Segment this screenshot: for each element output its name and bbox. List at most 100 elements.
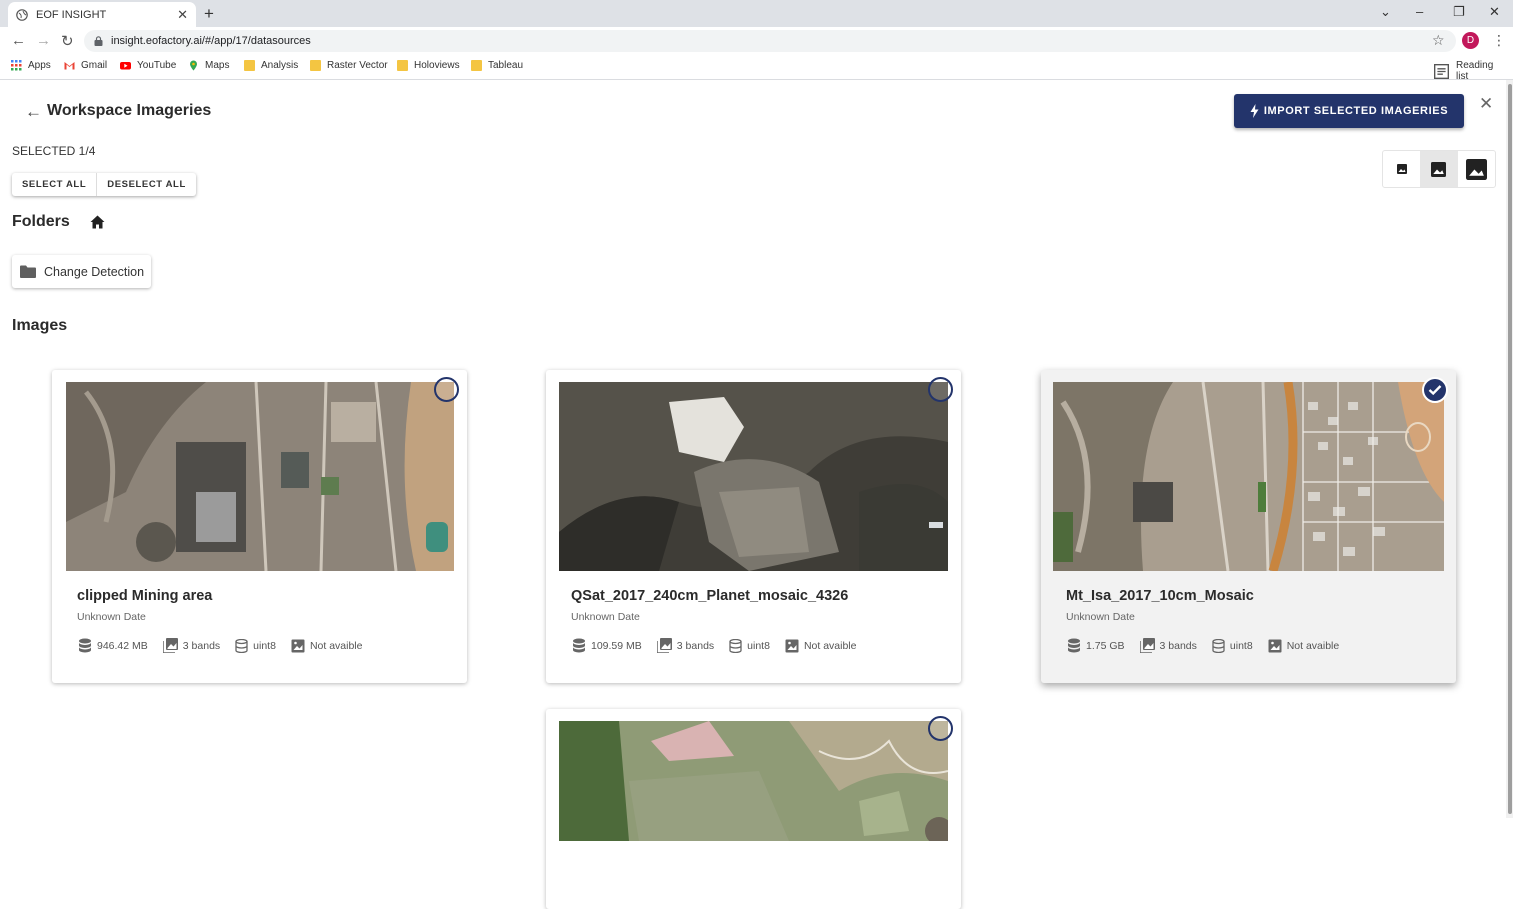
image-title: clipped Mining area bbox=[77, 588, 213, 604]
bookmark-analysis[interactable]: Analysis bbox=[244, 60, 298, 71]
select-all-button[interactable]: SELECT ALL bbox=[12, 173, 96, 196]
bookmark-label: Holoviews bbox=[414, 60, 460, 71]
image-metadata: 109.59 MB 3 bands uint8 Not avaible bbox=[572, 638, 871, 653]
size-text: 109.59 MB bbox=[591, 639, 642, 652]
browser-tab-strip: EOF INSIGHT ✕ + ⌄ – ❐ ✕ bbox=[0, 0, 1513, 27]
size-text: 946.42 MB bbox=[97, 639, 148, 652]
selection-button-group: SELECT ALL DESELECT ALL bbox=[12, 173, 196, 196]
database-icon bbox=[573, 638, 585, 653]
image-metadata: 946.42 MB 3 bands uint8 Not avaible bbox=[78, 638, 377, 653]
gmail-icon bbox=[64, 62, 75, 70]
folder-icon bbox=[397, 60, 408, 71]
bookmark-label: Analysis bbox=[261, 60, 299, 71]
preview-image-icon bbox=[785, 639, 799, 652]
image-card-selected[interactable]: Mt_Isa_2017_10cm_Mosaic Unknown Date 1.7… bbox=[1041, 370, 1456, 683]
bands-text: 3 bands bbox=[676, 639, 715, 652]
preview-meta: Not avaible bbox=[291, 639, 362, 653]
preview-image-icon bbox=[1268, 639, 1282, 652]
select-circle-icon[interactable] bbox=[928, 716, 953, 741]
restore-icon[interactable]: ❐ bbox=[1453, 4, 1465, 20]
reading-list-icon bbox=[1434, 63, 1449, 79]
reading-list-button[interactable]: Reading list bbox=[1434, 60, 1493, 82]
dtype-text: uint8 bbox=[253, 639, 276, 652]
image-card[interactable]: QSat_2017_240cm_Planet_mosaic_4326 Unkno… bbox=[546, 370, 961, 683]
size-text: 1.75 GB bbox=[1086, 639, 1125, 652]
bookmark-maps[interactable]: Maps bbox=[188, 60, 229, 71]
bands-meta: 3 bands bbox=[162, 638, 221, 653]
bookmark-tableau[interactable]: Tableau bbox=[471, 60, 523, 71]
close-panel-icon[interactable]: ✕ bbox=[1479, 94, 1493, 114]
bands-meta: 3 bands bbox=[1139, 638, 1197, 653]
new-tab-button[interactable]: + bbox=[204, 4, 214, 24]
image-date: Unknown Date bbox=[77, 611, 146, 623]
lock-icon bbox=[94, 36, 103, 46]
back-arrow-icon[interactable]: ← bbox=[25, 102, 42, 122]
folder-change-detection[interactable]: Change Detection bbox=[12, 255, 152, 288]
browser-tab[interactable]: EOF INSIGHT ✕ bbox=[8, 2, 196, 27]
tab-search-icon[interactable]: ⌄ bbox=[1380, 4, 1391, 20]
large-thumbnail-button[interactable] bbox=[1458, 151, 1495, 187]
selected-check-icon[interactable] bbox=[1422, 377, 1448, 403]
image-card[interactable]: clipped Mining area Unknown Date 946.42 … bbox=[52, 370, 467, 683]
image-thumbnail bbox=[559, 721, 948, 841]
image-card[interactable] bbox=[546, 709, 961, 909]
folder-icon bbox=[471, 60, 482, 71]
bands-text: 3 bands bbox=[182, 639, 221, 652]
bookmarks-bar: Apps Gmail YouTube Maps Analysis Raster … bbox=[0, 55, 1513, 82]
bookmark-label: Gmail bbox=[81, 60, 108, 71]
bookmark-gmail[interactable]: Gmail bbox=[64, 60, 107, 71]
image-thumbnail bbox=[1053, 382, 1444, 571]
image-thumbnail bbox=[559, 382, 948, 571]
dtype-text: uint8 bbox=[747, 639, 770, 652]
select-circle-icon[interactable] bbox=[928, 377, 953, 402]
address-bar-row: ← → ↻ insight.eofactory.ai/#/app/17/data… bbox=[0, 27, 1513, 55]
thumbnail-size-toggle bbox=[1382, 150, 1496, 188]
reload-icon[interactable]: ↻ bbox=[61, 32, 74, 50]
dtype-meta: uint8 bbox=[1212, 638, 1253, 653]
bookmark-label: Tableau bbox=[488, 60, 524, 71]
back-icon[interactable]: ← bbox=[11, 32, 26, 49]
image-medium-icon bbox=[1431, 161, 1447, 177]
small-thumbnail-button[interactable] bbox=[1383, 151, 1420, 187]
image-date: Unknown Date bbox=[571, 611, 640, 623]
window-close-icon[interactable]: ✕ bbox=[1489, 4, 1500, 20]
tab-title: EOF INSIGHT bbox=[36, 8, 107, 21]
bookmark-label: Raster Vector bbox=[327, 60, 388, 71]
minimize-icon[interactable]: – bbox=[1416, 4, 1423, 19]
bookmark-raster-vector[interactable]: Raster Vector bbox=[310, 60, 388, 71]
page-title: Workspace Imageries bbox=[47, 102, 212, 119]
folder-icon bbox=[244, 60, 255, 71]
browser-menu-icon[interactable]: ⋮ bbox=[1492, 32, 1506, 49]
forward-icon[interactable]: → bbox=[36, 32, 51, 49]
dtype-text: uint8 bbox=[1229, 639, 1253, 652]
bookmark-youtube[interactable]: YouTube bbox=[120, 60, 176, 71]
bookmark-holoviews[interactable]: Holoviews bbox=[397, 60, 460, 71]
folders-heading: Folders bbox=[12, 213, 70, 230]
deselect-all-button[interactable]: DESELECT ALL bbox=[96, 173, 196, 196]
image-small-icon bbox=[1396, 164, 1407, 174]
bookmark-apps[interactable]: Apps bbox=[11, 60, 51, 71]
size-meta: 946.42 MB bbox=[78, 638, 148, 653]
dtype-meta: uint8 bbox=[235, 638, 276, 653]
bands-meta: 3 bands bbox=[656, 638, 715, 653]
scrollbar-thumb[interactable] bbox=[1508, 84, 1512, 814]
bookmark-star-icon[interactable]: ☆ bbox=[1432, 32, 1445, 49]
select-circle-icon[interactable] bbox=[434, 377, 459, 402]
home-icon[interactable] bbox=[90, 215, 105, 229]
data-type-icon bbox=[235, 638, 248, 653]
url-field[interactable]: insight.eofactory.ai/#/app/17/datasource… bbox=[84, 30, 1456, 52]
medium-thumbnail-button[interactable] bbox=[1420, 151, 1458, 187]
profile-avatar[interactable]: D bbox=[1462, 32, 1479, 49]
image-metadata: 1.75 GB 3 bands uint8 Not avaible bbox=[1067, 638, 1354, 653]
preview-text: Not avaible bbox=[1286, 639, 1340, 652]
database-icon bbox=[1068, 638, 1080, 653]
folder-icon bbox=[20, 265, 36, 278]
bands-icon bbox=[656, 638, 672, 653]
maps-pin-icon bbox=[190, 60, 197, 71]
tab-close-icon[interactable]: ✕ bbox=[177, 7, 188, 23]
selected-count: SELECTED 1/4 bbox=[12, 144, 96, 158]
size-meta: 109.59 MB bbox=[572, 638, 642, 653]
size-meta: 1.75 GB bbox=[1067, 638, 1125, 653]
import-selected-imageries-button[interactable]: IMPORT SELECTED IMAGERIES bbox=[1234, 94, 1464, 128]
bands-icon bbox=[1139, 638, 1155, 653]
